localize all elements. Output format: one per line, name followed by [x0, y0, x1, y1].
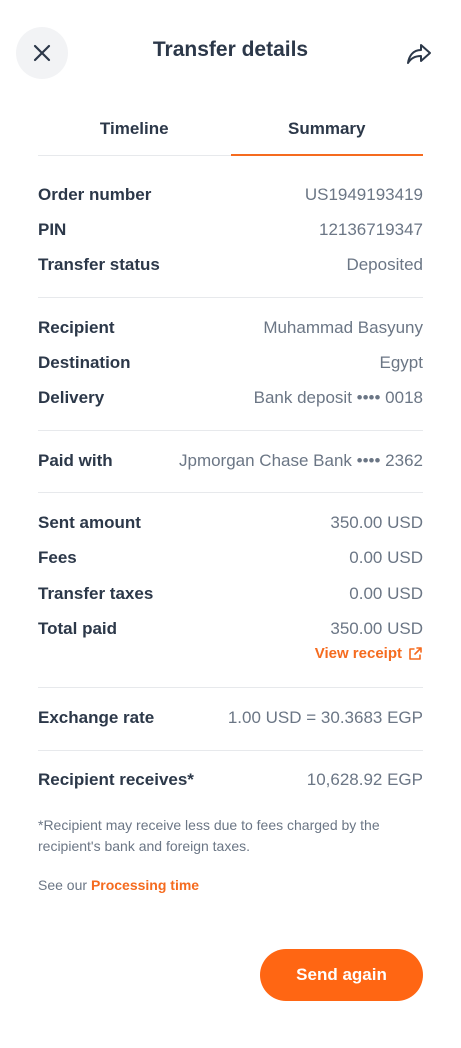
- delivery-label: Delivery: [38, 388, 105, 407]
- paid-with-value: Jpmorgan Chase Bank •••• 2362: [178, 451, 423, 470]
- exchange-rate-value: 1.00 USD = 30.3683 EGP: [227, 708, 423, 727]
- divider: [38, 430, 423, 431]
- sent-amount-row: Sent amount 350.00 USD: [38, 513, 423, 533]
- exchange-rate-label: Exchange rate: [38, 708, 155, 727]
- external-link-icon: [409, 647, 422, 660]
- recipient-value: Muhammad Basyuny: [263, 318, 423, 337]
- see-our-text: See our: [38, 877, 88, 893]
- transfer-status-row: Transfer status Deposited: [38, 255, 423, 275]
- paid-with-row: Paid with Jpmorgan Chase Bank •••• 2362: [38, 451, 423, 471]
- recipient-receives-label: Recipient receives*: [38, 770, 194, 789]
- recipient-receives-value: 10,628.92 EGP: [306, 770, 423, 789]
- processing-time-link[interactable]: Processing time: [91, 877, 199, 893]
- share-button[interactable]: [405, 40, 433, 68]
- processing-time-line: See our Processing time: [38, 877, 199, 893]
- divider: [38, 492, 423, 493]
- recipient-label: Recipient: [38, 318, 115, 337]
- pin-row: PIN 12136719347: [38, 220, 423, 240]
- header: Transfer details: [0, 0, 461, 105]
- tab-summary[interactable]: Summary: [230, 105, 424, 156]
- fees-row: Fees 0.00 USD: [38, 548, 423, 568]
- recipient-row: Recipient Muhammad Basyuny: [38, 318, 423, 338]
- tab-timeline[interactable]: Timeline: [38, 105, 231, 155]
- tab-bar: Timeline Summary: [38, 105, 423, 156]
- paid-with-label: Paid with: [38, 451, 113, 470]
- sent-amount-label: Sent amount: [38, 513, 141, 532]
- send-again-button[interactable]: Send again: [260, 949, 423, 1001]
- divider: [38, 750, 423, 751]
- total-paid-row: Total paid 350.00 USD: [38, 619, 423, 639]
- order-number-label: Order number: [38, 185, 152, 204]
- transfer-taxes-row: Transfer taxes 0.00 USD: [38, 584, 423, 604]
- view-receipt-label: View receipt: [314, 645, 402, 662]
- pin-label: PIN: [38, 220, 67, 239]
- transfer-taxes-label: Transfer taxes: [38, 584, 154, 603]
- total-paid-value: 350.00 USD: [330, 619, 423, 638]
- pin-value: 12136719347: [318, 220, 423, 239]
- order-number-value: US1949193419: [304, 185, 423, 204]
- sent-amount-value: 350.00 USD: [330, 513, 423, 532]
- page-title: Transfer details: [152, 38, 309, 61]
- destination-row: Destination Egypt: [38, 353, 423, 373]
- view-receipt-link[interactable]: View receipt: [315, 645, 423, 662]
- delivery-value: Bank deposit •••• 0018: [253, 388, 423, 407]
- divider: [38, 687, 423, 688]
- fees-value: 0.00 USD: [349, 548, 423, 567]
- destination-value: Egypt: [379, 353, 423, 372]
- order-number-row: Order number US1949193419: [38, 185, 423, 205]
- exchange-rate-row: Exchange rate 1.00 USD = 30.3683 EGP: [38, 708, 423, 728]
- transfer-status-value: Deposited: [346, 255, 423, 274]
- fees-label: Fees: [38, 548, 77, 567]
- divider: [38, 297, 423, 298]
- share-icon: [407, 44, 431, 64]
- recipient-receives-row: Recipient receives* 10,628.92 EGP: [38, 770, 423, 790]
- fee-disclaimer: *Recipient may receive less due to fees …: [38, 817, 380, 854]
- delivery-row: Delivery Bank deposit •••• 0018: [38, 388, 423, 408]
- total-paid-label: Total paid: [38, 619, 118, 638]
- transfer-taxes-value: 0.00 USD: [349, 584, 423, 603]
- destination-label: Destination: [38, 353, 131, 372]
- transfer-status-label: Transfer status: [38, 255, 160, 274]
